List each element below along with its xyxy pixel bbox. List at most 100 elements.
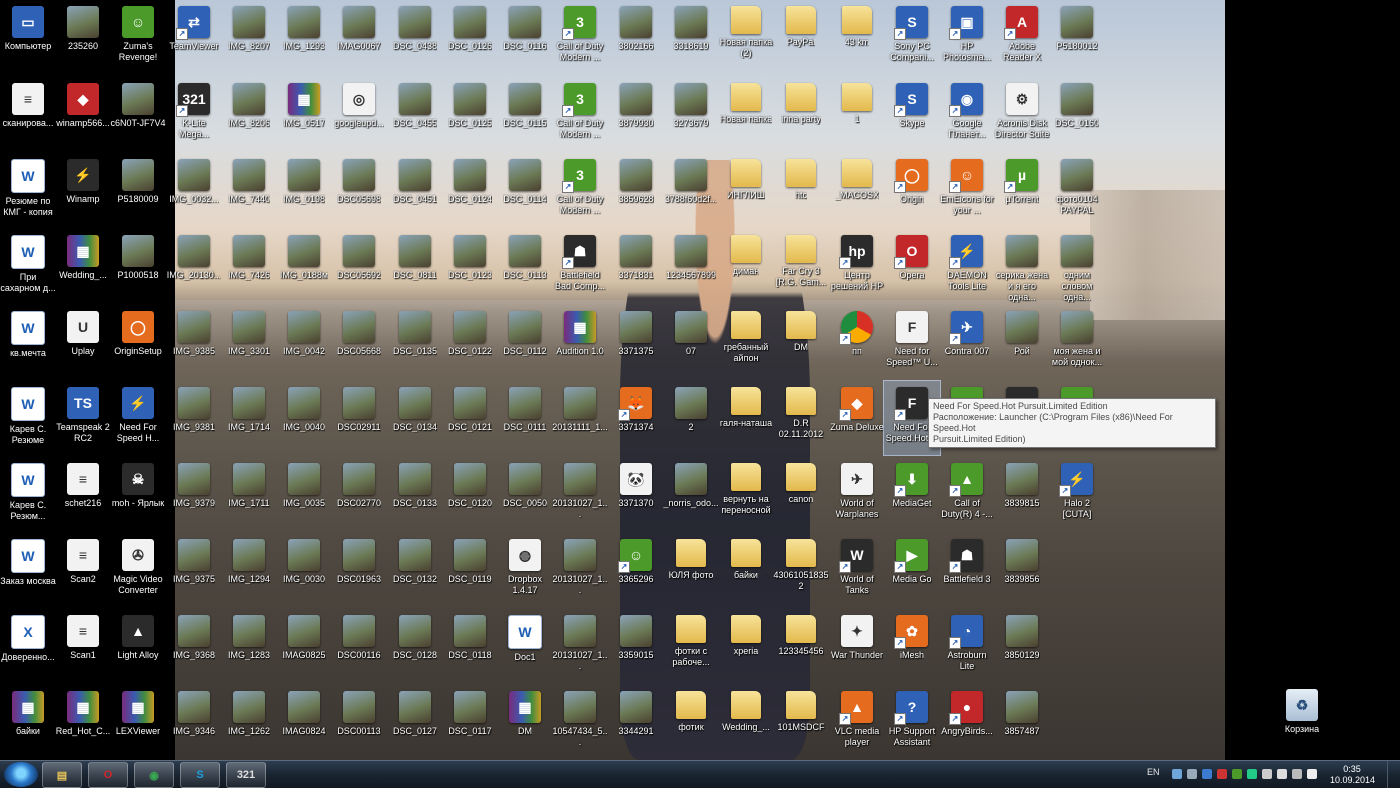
desktop-icon[interactable]: ⚡ Winamp	[55, 153, 111, 227]
desktop-icon[interactable]: Рой	[994, 305, 1050, 379]
desktop-icon[interactable]: 10547434_5...	[552, 685, 608, 759]
desktop-icon[interactable]: ЮЛЯ фото	[663, 533, 719, 607]
desktop-icon[interactable]: Wкв.мечта	[0, 305, 56, 379]
desktop-icon[interactable]: PayPal	[773, 0, 829, 74]
desktop-icon[interactable]: одним словом одна...	[1049, 229, 1105, 303]
desktop-icon[interactable]: SSony PC Compani...	[884, 0, 940, 74]
desktop-icon[interactable]: ◍ Dropbox 1.4.17	[497, 533, 553, 607]
desktop-icon[interactable]: ✈ World of Warplanes	[829, 457, 885, 531]
desktop-icon[interactable]: 430610518352	[773, 533, 829, 607]
desktop-icon[interactable]: ▦ Wedding_...	[55, 229, 111, 303]
tray-wifi-icon[interactable]	[1292, 769, 1302, 779]
desktop-icon[interactable]: ▣HP Photosma...	[939, 0, 995, 74]
desktop-icon[interactable]: Новая папка (2)	[718, 0, 774, 74]
desktop-icon[interactable]: ИНГЛИШ	[718, 153, 774, 227]
desktop-icon[interactable]: F Need for Speed™ U...	[884, 305, 940, 379]
desktop-icon[interactable]: 2	[663, 381, 719, 455]
desktop-icon[interactable]: IMG_9375	[166, 533, 222, 607]
desktop-icon[interactable]: IMAG0825	[276, 609, 332, 683]
desktop-icon[interactable]: W Резюме по КМГ - копия	[0, 153, 56, 227]
desktop-icon[interactable]: DSC_0438	[387, 0, 443, 74]
desktop-icon[interactable]: IMG_7440	[221, 153, 277, 227]
desktop-icon[interactable]: ▭ Компьютер	[0, 0, 56, 74]
desktop-icon[interactable]: ◉Google Планет...	[939, 77, 995, 151]
desktop-icon[interactable]: 3273679	[663, 77, 719, 151]
desktop-icon[interactable]: DSC_0133	[387, 457, 443, 531]
tray-utorrent-icon[interactable]	[1232, 769, 1242, 779]
desktop-icon[interactable]: DSC_0455	[387, 77, 443, 151]
desktop-icon[interactable]: P5180009	[110, 153, 166, 227]
desktop-icon[interactable]: 3859628	[608, 153, 664, 227]
desktop-icon[interactable]: IMG_1711	[221, 457, 277, 531]
desktop-icon[interactable]: c6N0T-JF7V4	[110, 77, 166, 151]
desktop-icon[interactable]: ◔Astroburn Lite	[939, 609, 995, 683]
desktop-icon[interactable]: DSC_0451	[387, 153, 443, 227]
desktop-icon[interactable]: 3344291	[608, 685, 664, 759]
desktop-icon[interactable]: IMG_0042	[276, 305, 332, 379]
recycle-bin-icon[interactable]: ♻ Корзина	[1274, 683, 1330, 757]
desktop-icon[interactable]: DSC05692	[331, 229, 387, 303]
desktop-icon[interactable]: ◆Zuma Deluxe	[829, 381, 885, 455]
desktop-icon[interactable]: IMAG0067	[331, 0, 387, 74]
desktop-icon[interactable]: 235260	[55, 0, 111, 74]
language-indicator[interactable]: EN	[1147, 767, 1160, 777]
desktop-icon[interactable]: ✇ Magic Video Converter	[110, 533, 166, 607]
desktop-icon[interactable]: OOpera	[884, 229, 940, 303]
desktop-icon[interactable]: IMG_1294	[221, 533, 277, 607]
desktop-icon[interactable]: ☗Battlefield 3	[939, 533, 995, 607]
desktop-icon[interactable]: ≡ Scan1	[55, 609, 111, 683]
desktop-icon[interactable]: 3371375	[608, 305, 664, 379]
desktop-icon[interactable]: моя жена и мой однок...	[1049, 305, 1105, 379]
desktop-icon[interactable]: ▲ Light Alloy	[110, 609, 166, 683]
desktop-icon[interactable]: ●AngryBirds...	[939, 685, 995, 759]
desktop-icon[interactable]: ◯ OriginSetup	[110, 305, 166, 379]
desktop-icon[interactable]: DSC_0126	[442, 0, 498, 74]
desktop-icon[interactable]: диман	[718, 229, 774, 303]
desktop-icon[interactable]: DSC02911	[331, 381, 387, 455]
desktop-icon[interactable]: ☺EmEicons for your ...	[939, 153, 995, 227]
desktop-icon[interactable]: ☺ Zuma's Revenge!	[110, 0, 166, 74]
desktop-icon[interactable]: ▦ IMG_0517	[276, 77, 332, 151]
desktop-icon[interactable]: _MACOSX	[829, 153, 885, 227]
desktop-icon[interactable]: IMG_8206	[221, 77, 277, 151]
desktop-icon[interactable]: байки	[718, 533, 774, 607]
desktop-icon[interactable]: DSC01963	[331, 533, 387, 607]
desktop-icon[interactable]: ▶Media Go	[884, 533, 940, 607]
desktop-icon[interactable]: IMG_9368	[166, 609, 222, 683]
tray-volume-icon[interactable]	[1262, 769, 1272, 779]
desktop-icon[interactable]: ▲Call of Duty(R) 4 -...	[939, 457, 995, 531]
desktop-icon[interactable]: AAdobe Reader X	[994, 0, 1050, 74]
desktop-icon[interactable]: DSC_0112	[497, 305, 553, 379]
desktop-icon[interactable]: htc	[773, 153, 829, 227]
desktop-icon[interactable]: X Доверенно...	[0, 609, 56, 683]
desktop-icon[interactable]: DSC_0118	[442, 609, 498, 683]
desktop-icon[interactable]: ▦ Audition 1.0	[552, 305, 608, 379]
desktop-icon[interactable]: пп	[829, 305, 885, 379]
desktop-icon[interactable]: DSC_0125	[442, 77, 498, 151]
desktop-icon[interactable]: DSC_0117	[442, 685, 498, 759]
desktop-icon[interactable]: ⚡DAEMON Tools Lite	[939, 229, 995, 303]
desktop-icon[interactable]: 3879930	[608, 77, 664, 151]
desktop-icon[interactable]: 3Call of Duty Modern ...	[552, 0, 608, 74]
desktop-icon[interactable]: IMG_3301	[221, 305, 277, 379]
desktop-icon[interactable]: µµTorrent	[994, 153, 1050, 227]
desktop-icon[interactable]: P5180012	[1049, 0, 1105, 74]
desktop-icon[interactable]: фотки с рабоче...	[663, 609, 719, 683]
desktop-icon[interactable]: серика жена и я его одна...	[994, 229, 1050, 303]
desktop-icon[interactable]: 20131027_1...	[552, 609, 608, 683]
desktop-icon[interactable]: 🦊3371374	[608, 381, 664, 455]
desktop-icon[interactable]: ◎ googleupd...	[331, 77, 387, 151]
desktop-icon[interactable]: TS Teamspeak 2 RC2	[55, 381, 111, 455]
desktop-icon[interactable]: фото0104 PAYPAL	[1049, 153, 1105, 227]
desktop-icon[interactable]: 20131027_1...	[552, 457, 608, 531]
desktop-icon[interactable]: IMG_1714	[221, 381, 277, 455]
desktop-icon[interactable]: ☺3365296	[608, 533, 664, 607]
taskbar-skype-button[interactable]: S	[180, 762, 220, 788]
desktop-icon[interactable]: W Doc1	[497, 609, 553, 683]
desktop-icon[interactable]: DSC_0050	[497, 457, 553, 531]
desktop-icon[interactable]: ◆ winamp566...	[55, 77, 111, 151]
desktop-icon[interactable]: IMG_0030	[276, 533, 332, 607]
start-button[interactable]	[4, 762, 38, 787]
desktop-icon[interactable]: DSC_0124	[442, 153, 498, 227]
desktop-icon[interactable]: ⚙ Acronis Disk Director Suite	[994, 77, 1050, 151]
